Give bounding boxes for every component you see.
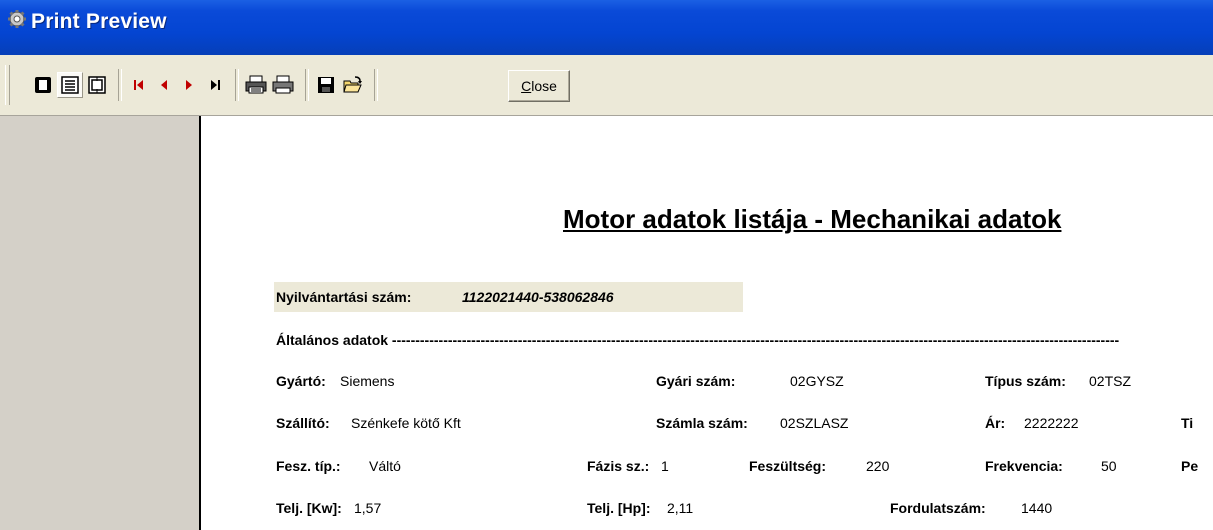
fesz-tip-value: Váltó [369,458,401,474]
szamla-szam-label: Számla szám: [656,415,748,431]
report-title: Motor adatok listája - Mechanikai adatok [563,204,1062,234]
previous-page-button[interactable] [151,72,177,98]
gyarto-value: Siemens [340,373,395,389]
id-number-label: Nyilvántartási szám: [276,289,412,305]
gyari-szam-value: 02GYSZ [790,373,844,389]
full-page-icon [88,76,106,94]
full-page-button[interactable] [84,72,110,98]
one-page-button[interactable] [30,72,56,98]
feszultseg-value: 220 [866,458,890,474]
toolbar-separator [305,69,309,101]
printer-setup-icon [245,75,267,94]
tipus-szam-label: Típus szám: [985,373,1066,389]
toolbar-separator [235,69,239,101]
toolbar-separator [118,69,122,101]
save-button[interactable] [313,72,339,98]
id-number-value: 1122021440-538062846 [462,289,614,305]
report-page[interactable]: Motor adatok listája - Mechanikai adatok… [201,116,1213,530]
telj-kw-label: Telj. [Kw]: [276,500,342,516]
print-button[interactable] [270,72,296,98]
toolbar: Close [0,55,1213,116]
print-setup-button[interactable] [243,72,269,98]
frekvencia-value: 50 [1101,458,1117,474]
toolbar-grip[interactable] [5,65,10,105]
fesz-tip-label: Fesz. típ.: [276,458,341,474]
floppy-disk-icon [318,77,334,93]
close-button-label: Close [521,78,557,94]
frekvencia-label: Frekvencia: [985,458,1063,474]
szallito-value: Szénkefe kötő Kft [351,415,461,431]
open-folder-icon [343,76,362,93]
gyarto-label: Gyártó: [276,373,326,389]
telj-hp-label: Telj. [Hp]: [587,500,651,516]
next-page-icon [186,80,192,90]
gear-icon[interactable] [7,9,27,29]
first-page-button[interactable] [126,72,152,98]
open-button[interactable] [340,72,366,98]
fazis-value: 1 [661,458,669,474]
gyari-szam-label: Gyári szám: [656,373,736,389]
fordulatszam-value: 1440 [1021,500,1053,516]
last-page-icon [211,80,220,90]
previous-page-icon [161,80,167,90]
section-header-general: Általános adatok -----------------------… [276,332,1120,348]
ar-value: 2222222 [1024,415,1079,431]
last-page-button[interactable] [202,72,228,98]
p-label-cut: Pe [1181,458,1199,474]
feszultseg-label: Feszültség: [749,458,827,474]
telj-kw-value: 1,57 [354,500,382,516]
page-width-button[interactable] [57,72,83,98]
window-title: Print Preview [31,10,167,33]
page-width-icon [61,76,79,94]
szallito-label: Szállító: [276,415,330,431]
tipus-szam-value: 02TSZ [1089,373,1132,389]
fazis-label: Fázis sz.: [587,458,650,474]
close-button[interactable]: Close [508,70,570,102]
ar-label: Ár: [985,415,1006,431]
szamla-szam-value: 02SZLASZ [780,415,849,431]
one-page-icon [35,77,51,93]
telj-hp-value: 2,11 [667,500,694,516]
preview-margin-area [0,116,201,530]
ti-label-cut: Ti [1181,415,1194,431]
first-page-icon [134,80,143,90]
fordulatszam-label: Fordulatszám: [890,500,986,516]
next-page-button[interactable] [176,72,202,98]
toolbar-separator [374,69,378,101]
title-bar: Print Preview [0,0,1213,55]
printer-icon [272,75,294,94]
